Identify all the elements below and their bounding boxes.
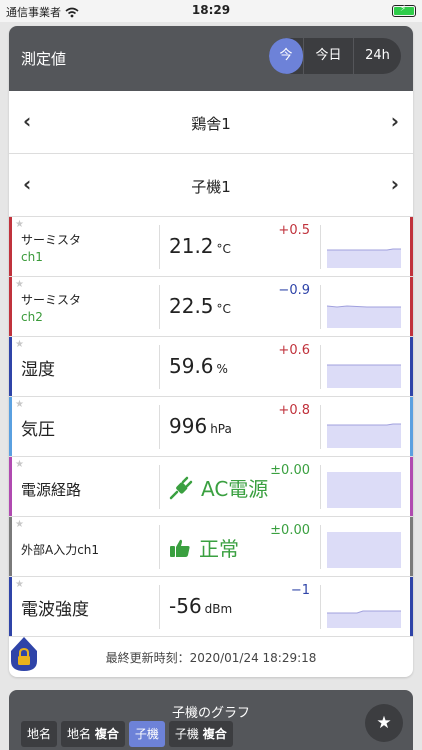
- row-color-bar: [410, 277, 413, 336]
- sensor-row-signal-strength[interactable]: ★ 電波強度 -56 dBm −1: [9, 577, 413, 637]
- unit-name: 子機1: [191, 178, 231, 196]
- sensor-name: 電波強度: [21, 600, 89, 620]
- favorite-star-icon[interactable]: ★: [15, 579, 24, 590]
- unit-next-chevron-icon[interactable]: ›: [391, 172, 399, 196]
- sensor-row-pressure[interactable]: ★ 気圧 996 hPa +0.8: [9, 397, 413, 457]
- sensor-unit: %: [216, 362, 228, 376]
- sensor-row-power-path[interactable]: ★ 電源経路 AC電源 ±0.00: [9, 457, 413, 517]
- sparkline: [327, 423, 401, 448]
- favorite-star-icon[interactable]: ★: [15, 399, 24, 410]
- card-footer: 最終更新時刻：2020/01/24 18:29:18: [9, 637, 413, 677]
- favorite-star-icon[interactable]: ★: [15, 219, 24, 230]
- charging-icon: ⚡: [400, 4, 407, 14]
- sensor-channel: ch1: [21, 250, 43, 264]
- graph-tab-unit-composite[interactable]: 子機 複合: [168, 721, 233, 747]
- sensor-name: 電源経路: [21, 481, 82, 499]
- row-color-bar: [9, 337, 12, 396]
- sensor-value: 996 hPa: [169, 414, 232, 438]
- sparkline: [327, 610, 401, 628]
- sensor-status: AC電源: [169, 473, 268, 502]
- favorite-star-icon[interactable]: ★: [15, 459, 24, 470]
- row-color-bar: [410, 577, 413, 636]
- sensor-row-thermistor-ch1[interactable]: ★ サーミスタ ch1 21.2 °C +0.5: [9, 217, 413, 277]
- clock: 18:29: [191, 3, 231, 17]
- graph-tab-site[interactable]: 地名: [21, 721, 58, 747]
- sparkline: [327, 305, 401, 328]
- period-selector: 今 今日 24h: [269, 38, 401, 74]
- sensor-name: サーミスタ: [21, 293, 82, 307]
- sensor-unit: °C: [216, 242, 231, 256]
- unit-selector: ‹ 子機1 ›: [9, 154, 413, 217]
- row-color-bar: [9, 277, 12, 336]
- favorite-star-button[interactable]: ★: [365, 704, 403, 742]
- sparkline: [327, 248, 401, 268]
- graph-title: 子機のグラフ: [171, 706, 250, 721]
- sensor-value: 21.2 °C: [169, 234, 231, 258]
- sensor-unit: dBm: [204, 602, 233, 616]
- sensor-delta: −1: [290, 583, 310, 598]
- site-next-chevron-icon[interactable]: ›: [391, 109, 399, 133]
- site-selector: ‹ 鶏舎1 ›: [9, 91, 413, 154]
- site-name: 鶏舎1: [191, 115, 231, 133]
- sensor-delta: +0.6: [278, 343, 310, 358]
- sensor-value: -56 dBm: [169, 594, 233, 618]
- sparkline: [327, 364, 401, 388]
- row-color-bar: [9, 517, 12, 576]
- card-title: 測定値: [21, 50, 67, 68]
- measurement-card: 測定値 今 今日 24h ‹ 鶏舎1 › ‹ 子機1 › ★ サーミスタ ch1…: [9, 26, 413, 677]
- sparkline: [327, 472, 401, 508]
- row-color-bar: [9, 397, 12, 456]
- row-color-bar: [410, 217, 413, 276]
- row-color-bar: [9, 457, 12, 516]
- last-updated: 最終更新時刻：2020/01/24 18:29:18: [105, 651, 317, 665]
- row-color-bar: [410, 457, 413, 516]
- status-bar: 通信事業者 18:29 ⚡: [0, 0, 422, 22]
- card-header: 測定値 今 今日 24h: [9, 26, 413, 91]
- favorite-star-icon[interactable]: ★: [15, 339, 24, 350]
- sensor-value: 22.5 °C: [169, 294, 231, 318]
- period-today-button[interactable]: 今日: [303, 38, 353, 74]
- sensor-name: サーミスタ: [21, 233, 82, 247]
- sensor-unit: hPa: [210, 422, 232, 436]
- period-now-button[interactable]: 今: [269, 38, 303, 74]
- sensor-row-humidity[interactable]: ★ 湿度 59.6% +0.6: [9, 337, 413, 397]
- graph-tab-unit[interactable]: 子機: [128, 721, 165, 747]
- sensor-value: 59.6%: [169, 354, 228, 378]
- graph-card: 子機のグラフ 地名 地名 複合 子機 子機 複合 ★: [9, 690, 413, 750]
- sensor-name: 外部A入力ch1: [21, 543, 100, 557]
- plug-icon: [169, 476, 193, 499]
- sensor-delta: +0.5: [278, 223, 310, 238]
- period-24h-button[interactable]: 24h: [353, 38, 401, 74]
- sensor-status: 正常: [169, 533, 239, 562]
- sensor-name: 気圧: [21, 420, 55, 440]
- row-color-bar: [9, 577, 12, 636]
- row-color-bar: [410, 517, 413, 576]
- sparkline: [327, 532, 401, 568]
- graph-tab-site-composite[interactable]: 地名 複合: [61, 721, 125, 747]
- sensor-row-thermistor-ch2[interactable]: ★ サーミスタ ch2 22.5 °C −0.9: [9, 277, 413, 337]
- row-color-bar: [9, 217, 12, 276]
- sensor-unit: °C: [216, 302, 231, 316]
- favorite-star-icon[interactable]: ★: [15, 279, 24, 290]
- graph-tabs: 地名 地名 複合 子機 子機 複合: [21, 721, 233, 747]
- battery-icon: ⚡: [392, 4, 416, 17]
- sensor-delta: ±0.00: [270, 523, 310, 538]
- sensor-channel: ch2: [21, 310, 43, 324]
- sensor-delta: ±0.00: [270, 463, 310, 478]
- favorite-star-icon[interactable]: ★: [15, 519, 24, 530]
- sensor-name: 湿度: [21, 360, 55, 380]
- row-color-bar: [410, 337, 413, 396]
- thumbs-up-icon: [170, 539, 190, 557]
- sensor-delta: −0.9: [278, 283, 310, 298]
- sensor-row-external-input[interactable]: ★ 外部A入力ch1 正常 ±0.00: [9, 517, 413, 577]
- sensor-delta: +0.8: [278, 403, 310, 418]
- row-color-bar: [410, 397, 413, 456]
